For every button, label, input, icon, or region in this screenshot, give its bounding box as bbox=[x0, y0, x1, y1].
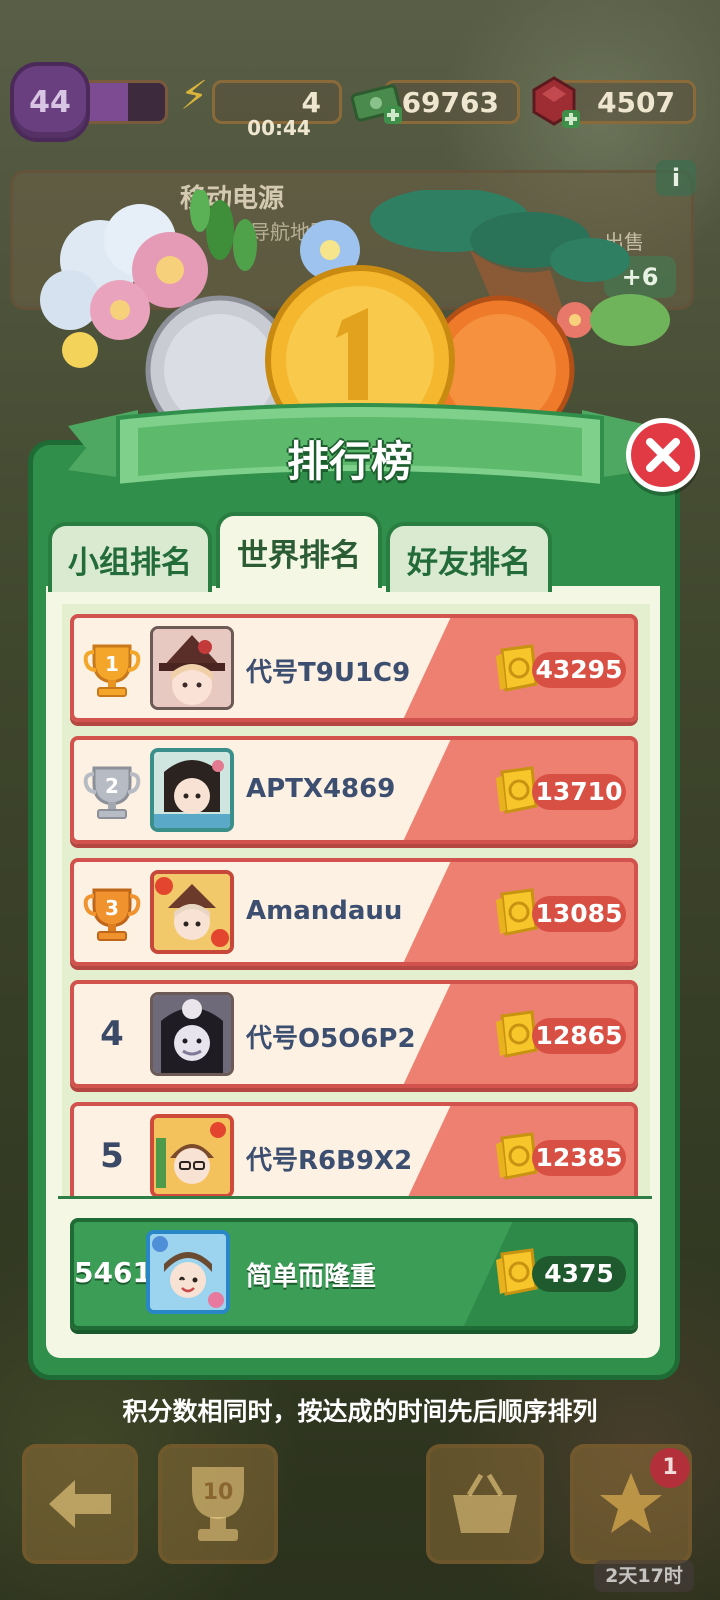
tab-world-ranking-label: 世界排名 bbox=[237, 537, 361, 574]
trophy-icon: 10 bbox=[192, 1467, 244, 1541]
player-avatar-image bbox=[153, 995, 231, 1073]
player-name: 代号O5O6P2 bbox=[246, 1024, 416, 1054]
gem-value: 4507 bbox=[597, 85, 675, 119]
level-badge[interactable]: 44 bbox=[10, 62, 90, 142]
trophy-rank: 3 bbox=[105, 896, 119, 920]
player-name: Amandauu bbox=[246, 896, 403, 926]
cash-icon bbox=[350, 76, 406, 133]
tab-friend-ranking-label: 好友排名 bbox=[407, 544, 531, 581]
my-ranking-row[interactable]: 5461 简单而隆重 4375 bbox=[70, 1218, 638, 1330]
player-avatar-image bbox=[153, 629, 231, 707]
leaderboard-row[interactable]: 1 代号T9U1C9 43295 bbox=[70, 614, 638, 722]
avatar[interactable] bbox=[150, 626, 234, 710]
player-score: 13710 bbox=[532, 774, 626, 810]
gem-icon bbox=[528, 74, 584, 137]
leaderboard-decoration bbox=[40, 190, 670, 420]
bronze-trophy-icon: 3 bbox=[83, 888, 141, 941]
avatar[interactable] bbox=[150, 748, 234, 832]
player-avatar-image bbox=[154, 874, 230, 950]
silver-trophy-icon: 2 bbox=[83, 766, 141, 819]
rank-number: 5 bbox=[100, 1136, 124, 1176]
close-icon bbox=[646, 438, 680, 472]
player-name: 代号R6B9X2 bbox=[246, 1146, 413, 1176]
my-player-name: 简单而隆重 bbox=[246, 1262, 377, 1292]
trophy-rank: 2 bbox=[105, 774, 119, 798]
avatar[interactable] bbox=[150, 870, 234, 954]
leaderboard-row[interactable]: 2 APTX4869 13710 bbox=[70, 736, 638, 844]
cash-value: 69763 bbox=[401, 85, 499, 119]
leaderboard-row[interactable]: 4 代号O5O6P2 12865 bbox=[70, 980, 638, 1088]
player-score: 12385 bbox=[532, 1140, 626, 1176]
notification-badge: 1 bbox=[650, 1448, 690, 1488]
leaderboard-button[interactable]: 10 bbox=[158, 1444, 278, 1564]
tab-group-ranking[interactable]: 小组排名 bbox=[48, 522, 212, 592]
basket-icon bbox=[453, 1473, 517, 1533]
leaderboard-row[interactable]: 5 代号R6B9X2 12385 bbox=[70, 1102, 638, 1198]
energy-value: 4 bbox=[301, 85, 321, 119]
player-name: APTX4869 bbox=[246, 774, 396, 804]
avatar[interactable] bbox=[150, 992, 234, 1076]
trophy-count: 10 bbox=[203, 1480, 234, 1505]
player-avatar-image bbox=[154, 1118, 230, 1194]
my-avatar[interactable] bbox=[146, 1230, 230, 1314]
player-avatar-image bbox=[150, 1234, 226, 1310]
tab-friend-ranking[interactable]: 好友排名 bbox=[386, 522, 552, 592]
leaderboard-list[interactable]: 1 代号T9U1C9 43295 2 APTX4869 13710 3 Aman… bbox=[62, 604, 650, 1198]
player-score: 13085 bbox=[532, 896, 626, 932]
gold-trophy-icon: 1 bbox=[83, 644, 141, 697]
my-player-score: 4375 bbox=[532, 1256, 626, 1292]
leaderboard-row[interactable]: 3 Amandauu 13085 bbox=[70, 858, 638, 966]
gold-medal-icon bbox=[265, 265, 455, 420]
event-timer: 2天17时 bbox=[594, 1560, 694, 1592]
energy-timer: 00:44 bbox=[247, 116, 311, 140]
player-avatar-image bbox=[154, 752, 230, 828]
close-button[interactable] bbox=[626, 418, 700, 492]
lightning-icon: ⚡ bbox=[180, 73, 209, 119]
back-arrow-icon bbox=[49, 1480, 111, 1528]
level-value: 44 bbox=[29, 84, 71, 120]
avatar[interactable] bbox=[150, 1114, 234, 1198]
player-name: 代号T9U1C9 bbox=[246, 658, 411, 688]
player-score: 43295 bbox=[532, 652, 626, 688]
panel-title: 排行榜 bbox=[286, 437, 413, 486]
back-button[interactable] bbox=[22, 1444, 138, 1564]
list-divider bbox=[58, 1196, 652, 1199]
tab-world-ranking[interactable]: 世界排名 bbox=[216, 512, 382, 588]
shop-button[interactable] bbox=[426, 1444, 544, 1564]
my-rank-number: 5461 bbox=[74, 1256, 152, 1289]
trophy-rank: 1 bbox=[105, 652, 119, 676]
tab-group-ranking-label: 小组排名 bbox=[68, 544, 192, 581]
player-score: 12865 bbox=[532, 1018, 626, 1054]
ranking-rule-note: 积分数相同时，按达成的时间先后顺序排列 bbox=[122, 1397, 598, 1426]
rank-number: 4 bbox=[100, 1014, 124, 1054]
